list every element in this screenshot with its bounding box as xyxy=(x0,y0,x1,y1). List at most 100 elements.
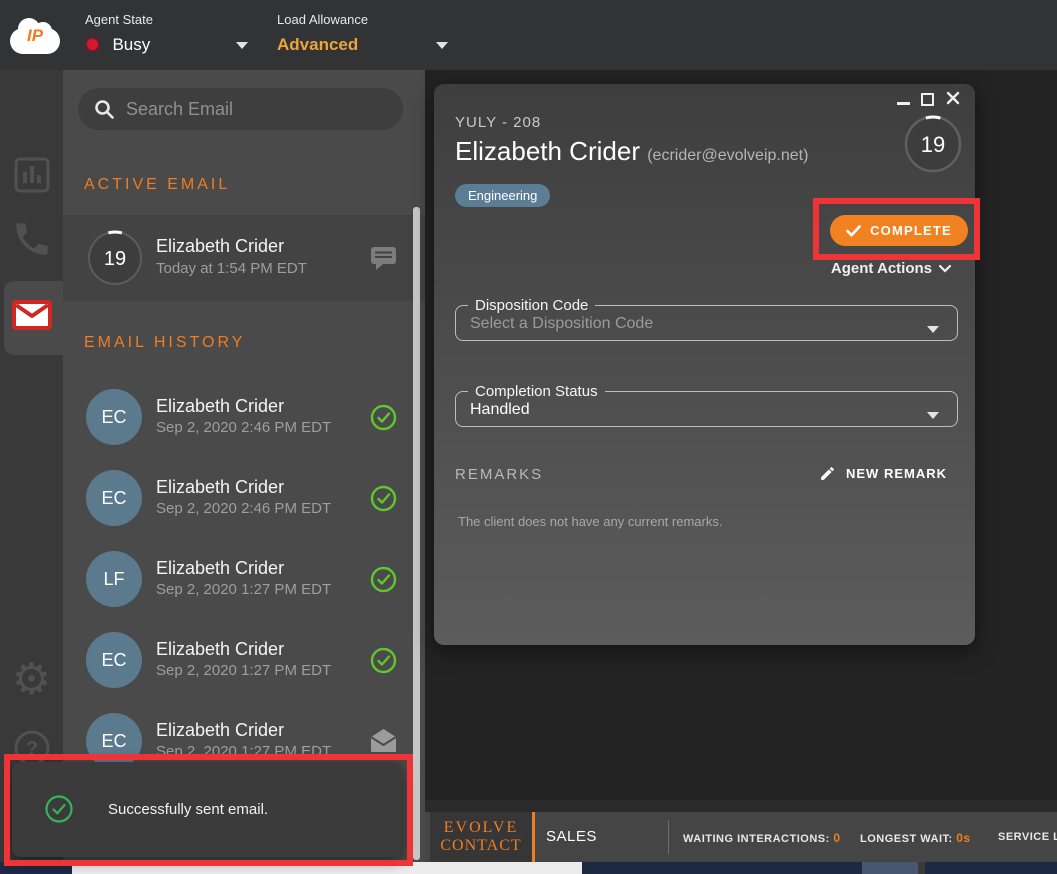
client-name: Elizabeth Crider (ecrider@evolveip.net) xyxy=(455,136,808,167)
service-level-stat: SERVICE LEV xyxy=(998,831,1057,843)
bar-chart-icon xyxy=(13,156,51,194)
avatar: EC xyxy=(86,632,142,688)
disposition-code-label: Disposition Code xyxy=(468,297,595,314)
evolveip-cloud-logo: IP xyxy=(10,16,60,54)
agent-actions-label: Agent Actions xyxy=(831,260,932,277)
email-history-row[interactable]: EC Elizabeth Crider Sep 2, 2020 1:27 PM … xyxy=(63,620,425,701)
agent-state-selector[interactable]: Agent State Busy xyxy=(85,12,153,55)
panel-scrollbar[interactable] xyxy=(413,207,420,860)
sidebar-item-email[interactable] xyxy=(0,299,63,331)
history-time: Sep 2, 2020 2:46 PM EDT xyxy=(156,419,331,436)
avatar: EC xyxy=(86,713,142,769)
brand-line2: CONTACT xyxy=(440,837,521,855)
sidebar-nav: ⚙ ? xyxy=(0,70,63,862)
email-icon xyxy=(11,299,53,331)
interaction-timer-badge: 19 xyxy=(903,114,963,174)
interaction-timer-value: 19 xyxy=(903,132,963,158)
complete-button-label: COMPLETE xyxy=(870,223,952,238)
history-time: Sep 2, 2020 1:27 PM EDT xyxy=(156,662,331,679)
agent-desktop-app: IP Agent State Busy Load Allowance Advan… xyxy=(0,0,1057,874)
queue-name: SALES xyxy=(546,828,597,845)
client-name-text: Elizabeth Crider xyxy=(455,136,640,166)
history-name: Elizabeth Crider xyxy=(156,639,284,660)
remarks-empty-text: The client does not have any current rem… xyxy=(458,514,722,529)
search-input[interactable] xyxy=(78,88,403,130)
disposition-code-value: Select a Disposition Code xyxy=(456,314,957,333)
success-toast: Successfully sent email. xyxy=(12,762,402,857)
phone-icon xyxy=(11,218,53,260)
active-email-row[interactable]: 19 Elizabeth Crider Today at 1:54 PM EDT xyxy=(63,215,425,301)
sidebar-item-dashboard[interactable] xyxy=(0,156,63,194)
chevron-down-icon xyxy=(939,265,951,273)
new-remark-button[interactable]: NEW REMARK xyxy=(819,465,947,482)
orange-divider xyxy=(532,812,535,862)
email-history-row[interactable]: EC Elizabeth Crider Sep 2, 2020 2:46 PM … xyxy=(63,377,425,458)
busy-status-icon xyxy=(85,37,100,52)
load-allowance-selector[interactable]: Load Allowance Advanced xyxy=(277,12,368,55)
desktop-edge-strip xyxy=(0,862,1057,874)
stat-label: WAITING INTERACTIONS: xyxy=(683,833,830,845)
active-email-section-title: ACTIVE EMAIL xyxy=(84,176,230,194)
svg-text:?: ? xyxy=(25,738,37,760)
gear-icon: ⚙ xyxy=(12,658,51,702)
history-time: Sep 2, 2020 1:27 PM EDT xyxy=(156,743,331,760)
email-history-row[interactable]: EC Elizabeth Crider Sep 2, 2020 2:46 PM … xyxy=(63,458,425,539)
brand-line1: EVOLVE xyxy=(444,819,519,837)
completion-status-dropdown[interactable]: Completion Status Handled xyxy=(455,383,958,427)
stat-value: 0s xyxy=(956,831,970,845)
divider xyxy=(668,820,669,854)
logo-text: IP xyxy=(10,26,60,46)
avatar: LF xyxy=(86,551,142,607)
close-icon[interactable] xyxy=(946,91,960,105)
sidebar-item-settings[interactable]: ⚙ xyxy=(0,658,63,702)
maximize-icon[interactable] xyxy=(921,93,934,106)
search-icon xyxy=(94,99,115,120)
evolve-contact-logo: EVOLVE CONTACT xyxy=(430,812,532,862)
history-name: Elizabeth Crider xyxy=(156,720,284,741)
top-bar: IP Agent State Busy Load Allowance Advan… xyxy=(0,0,1057,70)
completion-status-label: Completion Status xyxy=(468,383,605,400)
agent-actions-menu[interactable]: Agent Actions xyxy=(831,260,951,277)
completion-status-value: Handled xyxy=(456,400,957,419)
supervisor-status-bar: EVOLVE CONTACT SALES WAITING INTERACTION… xyxy=(425,812,1057,862)
waiting-interactions-stat: WAITING INTERACTIONS: 0 xyxy=(683,831,841,845)
stat-label: SERVICE LEV xyxy=(998,831,1057,843)
chat-bubble-icon xyxy=(370,246,397,271)
avatar: EC xyxy=(86,470,142,526)
new-remark-label: NEW REMARK xyxy=(846,466,947,481)
history-time: Sep 2, 2020 2:46 PM EDT xyxy=(156,500,331,517)
active-email-name: Elizabeth Crider xyxy=(156,236,284,257)
remarks-section-title: REMARKS xyxy=(455,466,543,483)
completed-check-icon xyxy=(370,404,397,431)
agent-state-caret-icon[interactable] xyxy=(236,42,248,49)
opened-email-icon xyxy=(370,728,397,753)
sidebar-item-calls[interactable] xyxy=(0,218,63,260)
complete-button[interactable]: COMPLETE xyxy=(830,215,968,246)
history-name: Elizabeth Crider xyxy=(156,558,284,579)
department-tag: Engineering xyxy=(455,184,550,207)
completed-check-icon xyxy=(370,566,397,593)
interaction-card: YULY - 208 Elizabeth Crider (ecrider@evo… xyxy=(434,84,975,645)
active-email-timer-badge: 19 xyxy=(86,229,144,287)
email-list-panel: ACTIVE EMAIL 19 Elizabeth Crider Today a… xyxy=(63,70,425,862)
stat-value: 0 xyxy=(833,831,840,845)
check-icon xyxy=(846,225,861,237)
client-email: (ecrider@evolveip.net) xyxy=(647,147,808,164)
queue-label: YULY - 208 xyxy=(455,114,541,131)
statusbar-top-strip xyxy=(425,800,1057,812)
active-email-time: Today at 1:54 PM EDT xyxy=(156,260,307,277)
history-time: Sep 2, 2020 1:27 PM EDT xyxy=(156,581,331,598)
toast-message: Successfully sent email. xyxy=(108,801,268,818)
load-allowance-value: Advanced xyxy=(277,35,368,55)
history-name: Elizabeth Crider xyxy=(156,396,284,417)
completed-check-icon xyxy=(370,647,397,674)
history-name: Elizabeth Crider xyxy=(156,477,284,498)
minimize-icon[interactable] xyxy=(897,102,910,105)
load-allowance-caret-icon[interactable] xyxy=(436,42,448,49)
pencil-icon xyxy=(819,465,836,482)
disposition-code-dropdown[interactable]: Disposition Code Select a Disposition Co… xyxy=(455,297,958,341)
email-history-section-title: EMAIL HISTORY xyxy=(84,334,245,352)
load-allowance-label: Load Allowance xyxy=(277,12,368,27)
email-history-row[interactable]: LF Elizabeth Crider Sep 2, 2020 1:27 PM … xyxy=(63,539,425,620)
dropdown-caret-icon xyxy=(927,326,939,333)
